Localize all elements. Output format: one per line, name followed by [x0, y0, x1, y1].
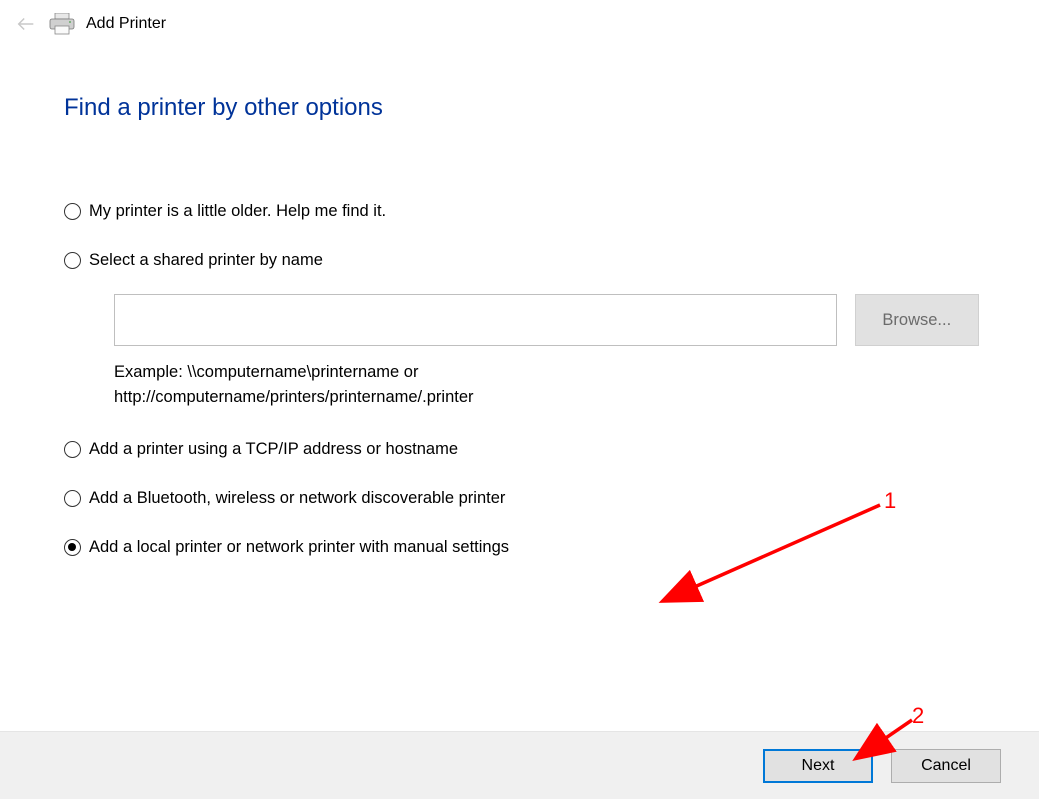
option-local-printer[interactable]: Add a local printer or network printer w… — [64, 538, 979, 557]
radio-tcpip-printer[interactable] — [64, 441, 81, 458]
radio-older-printer[interactable] — [64, 203, 81, 220]
option-label: Select a shared printer by name — [89, 251, 323, 270]
option-older-printer[interactable]: My printer is a little older. Help me fi… — [64, 202, 979, 221]
annotation-label-1: 1 — [884, 488, 896, 514]
example-line: http://computername/printers/printername… — [114, 385, 979, 410]
browse-button[interactable]: Browse... — [855, 294, 979, 346]
option-bluetooth-printer[interactable]: Add a Bluetooth, wireless or network dis… — [64, 489, 979, 508]
cancel-button[interactable]: Cancel — [891, 749, 1001, 783]
option-label: Add a Bluetooth, wireless or network dis… — [89, 489, 505, 508]
option-label: Add a local printer or network printer w… — [89, 538, 509, 557]
radio-bluetooth-printer[interactable] — [64, 490, 81, 507]
titlebar: Add Printer — [0, 0, 1039, 44]
page-heading: Find a printer by other options — [64, 94, 979, 122]
wizard-footer: Next Cancel — [0, 731, 1039, 799]
annotation-label-2: 2 — [912, 703, 924, 729]
radio-local-printer[interactable] — [64, 539, 81, 556]
back-arrow-icon[interactable] — [14, 12, 38, 36]
printer-icon — [48, 12, 76, 36]
example-line: Example: \\computername\printername or — [114, 360, 979, 385]
shared-printer-path-input[interactable] — [114, 294, 837, 346]
option-label: My printer is a little older. Help me fi… — [89, 202, 386, 221]
next-button[interactable]: Next — [763, 749, 873, 783]
wizard-content: Find a printer by other options My print… — [0, 44, 1039, 557]
shared-printer-subsection: Browse... Example: \\computername\printe… — [114, 294, 979, 410]
printer-options-group: My printer is a little older. Help me fi… — [64, 202, 979, 557]
option-label: Add a printer using a TCP/IP address or … — [89, 440, 458, 459]
option-shared-printer[interactable]: Select a shared printer by name — [64, 251, 979, 270]
radio-shared-printer[interactable] — [64, 252, 81, 269]
titlebar-title: Add Printer — [86, 15, 166, 33]
option-tcpip-printer[interactable]: Add a printer using a TCP/IP address or … — [64, 440, 979, 459]
shared-printer-example: Example: \\computername\printername or h… — [114, 360, 979, 410]
